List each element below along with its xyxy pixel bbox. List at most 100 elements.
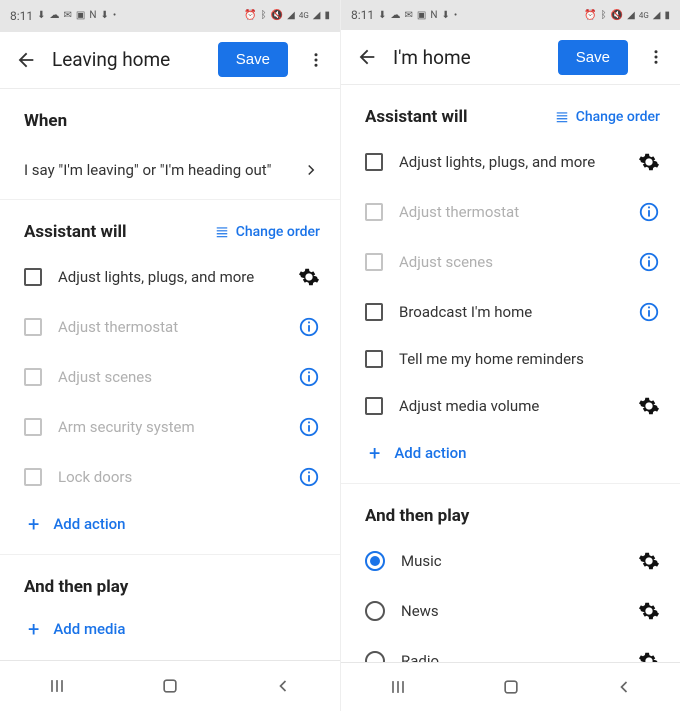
gear-icon — [638, 550, 660, 572]
action-label: Broadcast I'm home — [399, 303, 620, 321]
checkbox[interactable] — [24, 468, 42, 486]
network-icon: 4G — [639, 11, 649, 20]
save-button[interactable]: Save — [558, 40, 628, 75]
info-button[interactable] — [296, 364, 322, 390]
network-icon: 4G — [299, 11, 309, 20]
action-row-lights[interactable]: Adjust lights, plugs, and more — [341, 137, 680, 187]
back-button[interactable] — [353, 43, 381, 71]
gear-icon — [298, 266, 320, 288]
bluetooth-icon: ᛒ — [261, 10, 267, 21]
overflow-menu-button[interactable] — [640, 41, 672, 73]
settings-gear-button[interactable] — [636, 548, 662, 574]
home-button[interactable] — [150, 666, 190, 706]
status-icon: ✉ — [64, 10, 72, 21]
gear-icon — [638, 395, 660, 417]
change-order-button[interactable]: Change order — [554, 109, 660, 125]
add-media-button[interactable]: + Add media — [0, 607, 340, 655]
recents-button[interactable] — [378, 667, 418, 707]
action-row-thermostat[interactable]: Adjust thermostat — [341, 187, 680, 237]
action-label: Adjust scenes — [58, 368, 280, 386]
status-icon: ✉ — [405, 10, 413, 21]
play-row-radio[interactable]: Radio — [341, 636, 680, 662]
play-row-music[interactable]: Music — [341, 536, 680, 586]
info-button[interactable] — [636, 249, 662, 275]
checkbox[interactable] — [365, 203, 383, 221]
info-button[interactable] — [296, 464, 322, 490]
action-row-lights[interactable]: Adjust lights, plugs, and more — [0, 252, 340, 302]
settings-gear-button[interactable] — [636, 648, 662, 662]
section-assistant-header: Assistant will Change order — [341, 85, 680, 137]
checkbox[interactable] — [24, 268, 42, 286]
section-title-assistant: Assistant will — [24, 222, 126, 242]
section-play-header: And then play — [0, 555, 340, 607]
info-button[interactable] — [636, 299, 662, 325]
page-title: Leaving home — [52, 48, 206, 71]
action-label: Adjust scenes — [399, 253, 620, 271]
info-icon — [298, 416, 320, 438]
radio-button[interactable] — [365, 551, 385, 571]
when-trigger-row[interactable]: I say "I'm leaving" or "I'm heading out" — [0, 141, 340, 200]
checkbox[interactable] — [24, 318, 42, 336]
android-nav-bar — [0, 660, 340, 711]
back-button[interactable] — [12, 46, 40, 74]
action-row-scenes[interactable]: Adjust scenes — [0, 352, 340, 402]
checkbox[interactable] — [365, 350, 383, 368]
info-icon — [638, 301, 660, 323]
settings-gear-button[interactable] — [636, 598, 662, 624]
home-icon — [160, 676, 180, 696]
action-row-thermostat[interactable]: Adjust thermostat — [0, 302, 340, 352]
more-vert-icon — [647, 48, 665, 66]
add-media-label: Add media — [53, 620, 125, 638]
section-title-play: And then play — [24, 577, 128, 597]
settings-gear-button[interactable] — [636, 149, 662, 175]
app-bar: Leaving home Save — [0, 32, 340, 89]
checkbox[interactable] — [365, 153, 383, 171]
recents-button[interactable] — [37, 666, 77, 706]
content-scroll[interactable]: When I say "I'm leaving" or "I'm heading… — [0, 89, 340, 659]
checkbox[interactable] — [365, 253, 383, 271]
arrow-back-icon — [15, 49, 37, 71]
action-row-media-volume[interactable]: Adjust media volume — [341, 381, 680, 431]
overflow-menu-button[interactable] — [300, 44, 332, 76]
section-title-assistant: Assistant will — [365, 107, 467, 127]
content-scroll[interactable]: Assistant will Change order Adjust light… — [341, 85, 680, 662]
action-label: Tell me my home reminders — [399, 350, 662, 368]
action-row-broadcast[interactable]: Broadcast I'm home — [341, 287, 680, 337]
action-row-lock[interactable]: Lock doors — [0, 452, 340, 502]
status-icon: • — [454, 10, 457, 21]
settings-gear-button[interactable] — [296, 264, 322, 290]
checkbox[interactable] — [24, 418, 42, 436]
action-row-scenes[interactable]: Adjust scenes — [341, 237, 680, 287]
checkbox[interactable] — [365, 303, 383, 321]
back-nav-button[interactable] — [604, 667, 644, 707]
bluetooth-icon: ᛒ — [601, 10, 607, 21]
checkbox[interactable] — [365, 397, 383, 415]
save-button[interactable]: Save — [218, 42, 288, 77]
action-row-security[interactable]: Arm security system — [0, 402, 340, 452]
play-label: News — [401, 602, 620, 620]
info-icon — [638, 201, 660, 223]
battery-icon: ▮ — [324, 10, 330, 21]
play-row-news[interactable]: News — [341, 586, 680, 636]
chevron-left-icon — [273, 676, 293, 696]
settings-gear-button[interactable] — [636, 393, 662, 419]
radio-button[interactable] — [365, 601, 385, 621]
reorder-icon — [214, 225, 230, 239]
info-button[interactable] — [636, 199, 662, 225]
more-vert-icon — [307, 51, 325, 69]
info-button[interactable] — [296, 414, 322, 440]
checkbox[interactable] — [24, 368, 42, 386]
action-row-reminders[interactable]: Tell me my home reminders — [341, 337, 680, 381]
change-order-button[interactable]: Change order — [214, 224, 320, 240]
add-action-button[interactable]: + Add action — [0, 502, 340, 550]
alarm-icon: ⏰ — [584, 10, 596, 21]
recents-icon — [388, 677, 408, 697]
wifi-icon: ◢ — [627, 10, 635, 21]
add-action-label: Add action — [53, 515, 125, 533]
back-nav-button[interactable] — [263, 666, 303, 706]
add-action-button[interactable]: + Add action — [341, 431, 680, 479]
info-button[interactable] — [296, 314, 322, 340]
signal-icon: ◢ — [653, 10, 661, 21]
radio-button[interactable] — [365, 651, 385, 662]
home-button[interactable] — [491, 667, 531, 707]
